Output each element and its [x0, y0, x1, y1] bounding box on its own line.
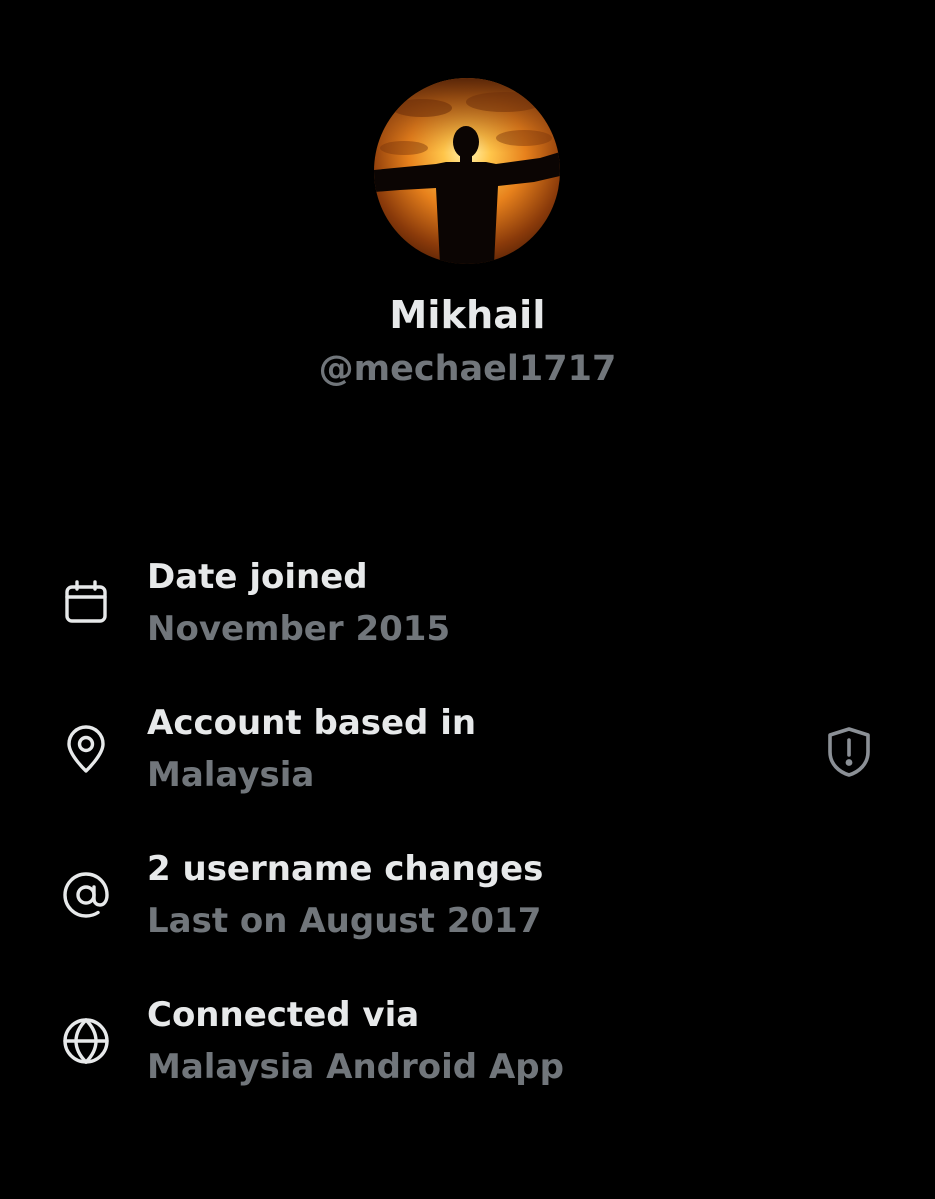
username-changes-label: 2 username changes [147, 849, 544, 889]
account-location-row: Account based in Malaysia [0, 703, 935, 813]
date-joined-value: November 2015 [147, 609, 451, 649]
date-joined-label: Date joined [147, 557, 368, 597]
shield-alert-icon[interactable] [824, 725, 874, 779]
username-handle: @mechael1717 [318, 349, 617, 389]
username-changes-row: 2 username changes Last on August 2017 [0, 849, 935, 959]
account-location-label: Account based in [147, 703, 477, 743]
display-name: Mikhail [389, 293, 546, 337]
globe-icon [60, 1015, 112, 1067]
avatar-image [374, 78, 560, 264]
avatar[interactable] [374, 78, 560, 264]
at-sign-icon [60, 869, 112, 921]
location-pin-icon [60, 723, 112, 775]
date-joined-row: Date joined November 2015 [0, 557, 935, 667]
account-location-value: Malaysia [147, 755, 315, 795]
calendar-icon [60, 577, 112, 629]
connected-via-label: Connected via [147, 995, 420, 1035]
connected-via-row: Connected via Malaysia Android App [0, 995, 935, 1105]
connected-via-value: Malaysia Android App [147, 1047, 564, 1087]
username-changes-value: Last on August 2017 [147, 901, 542, 941]
